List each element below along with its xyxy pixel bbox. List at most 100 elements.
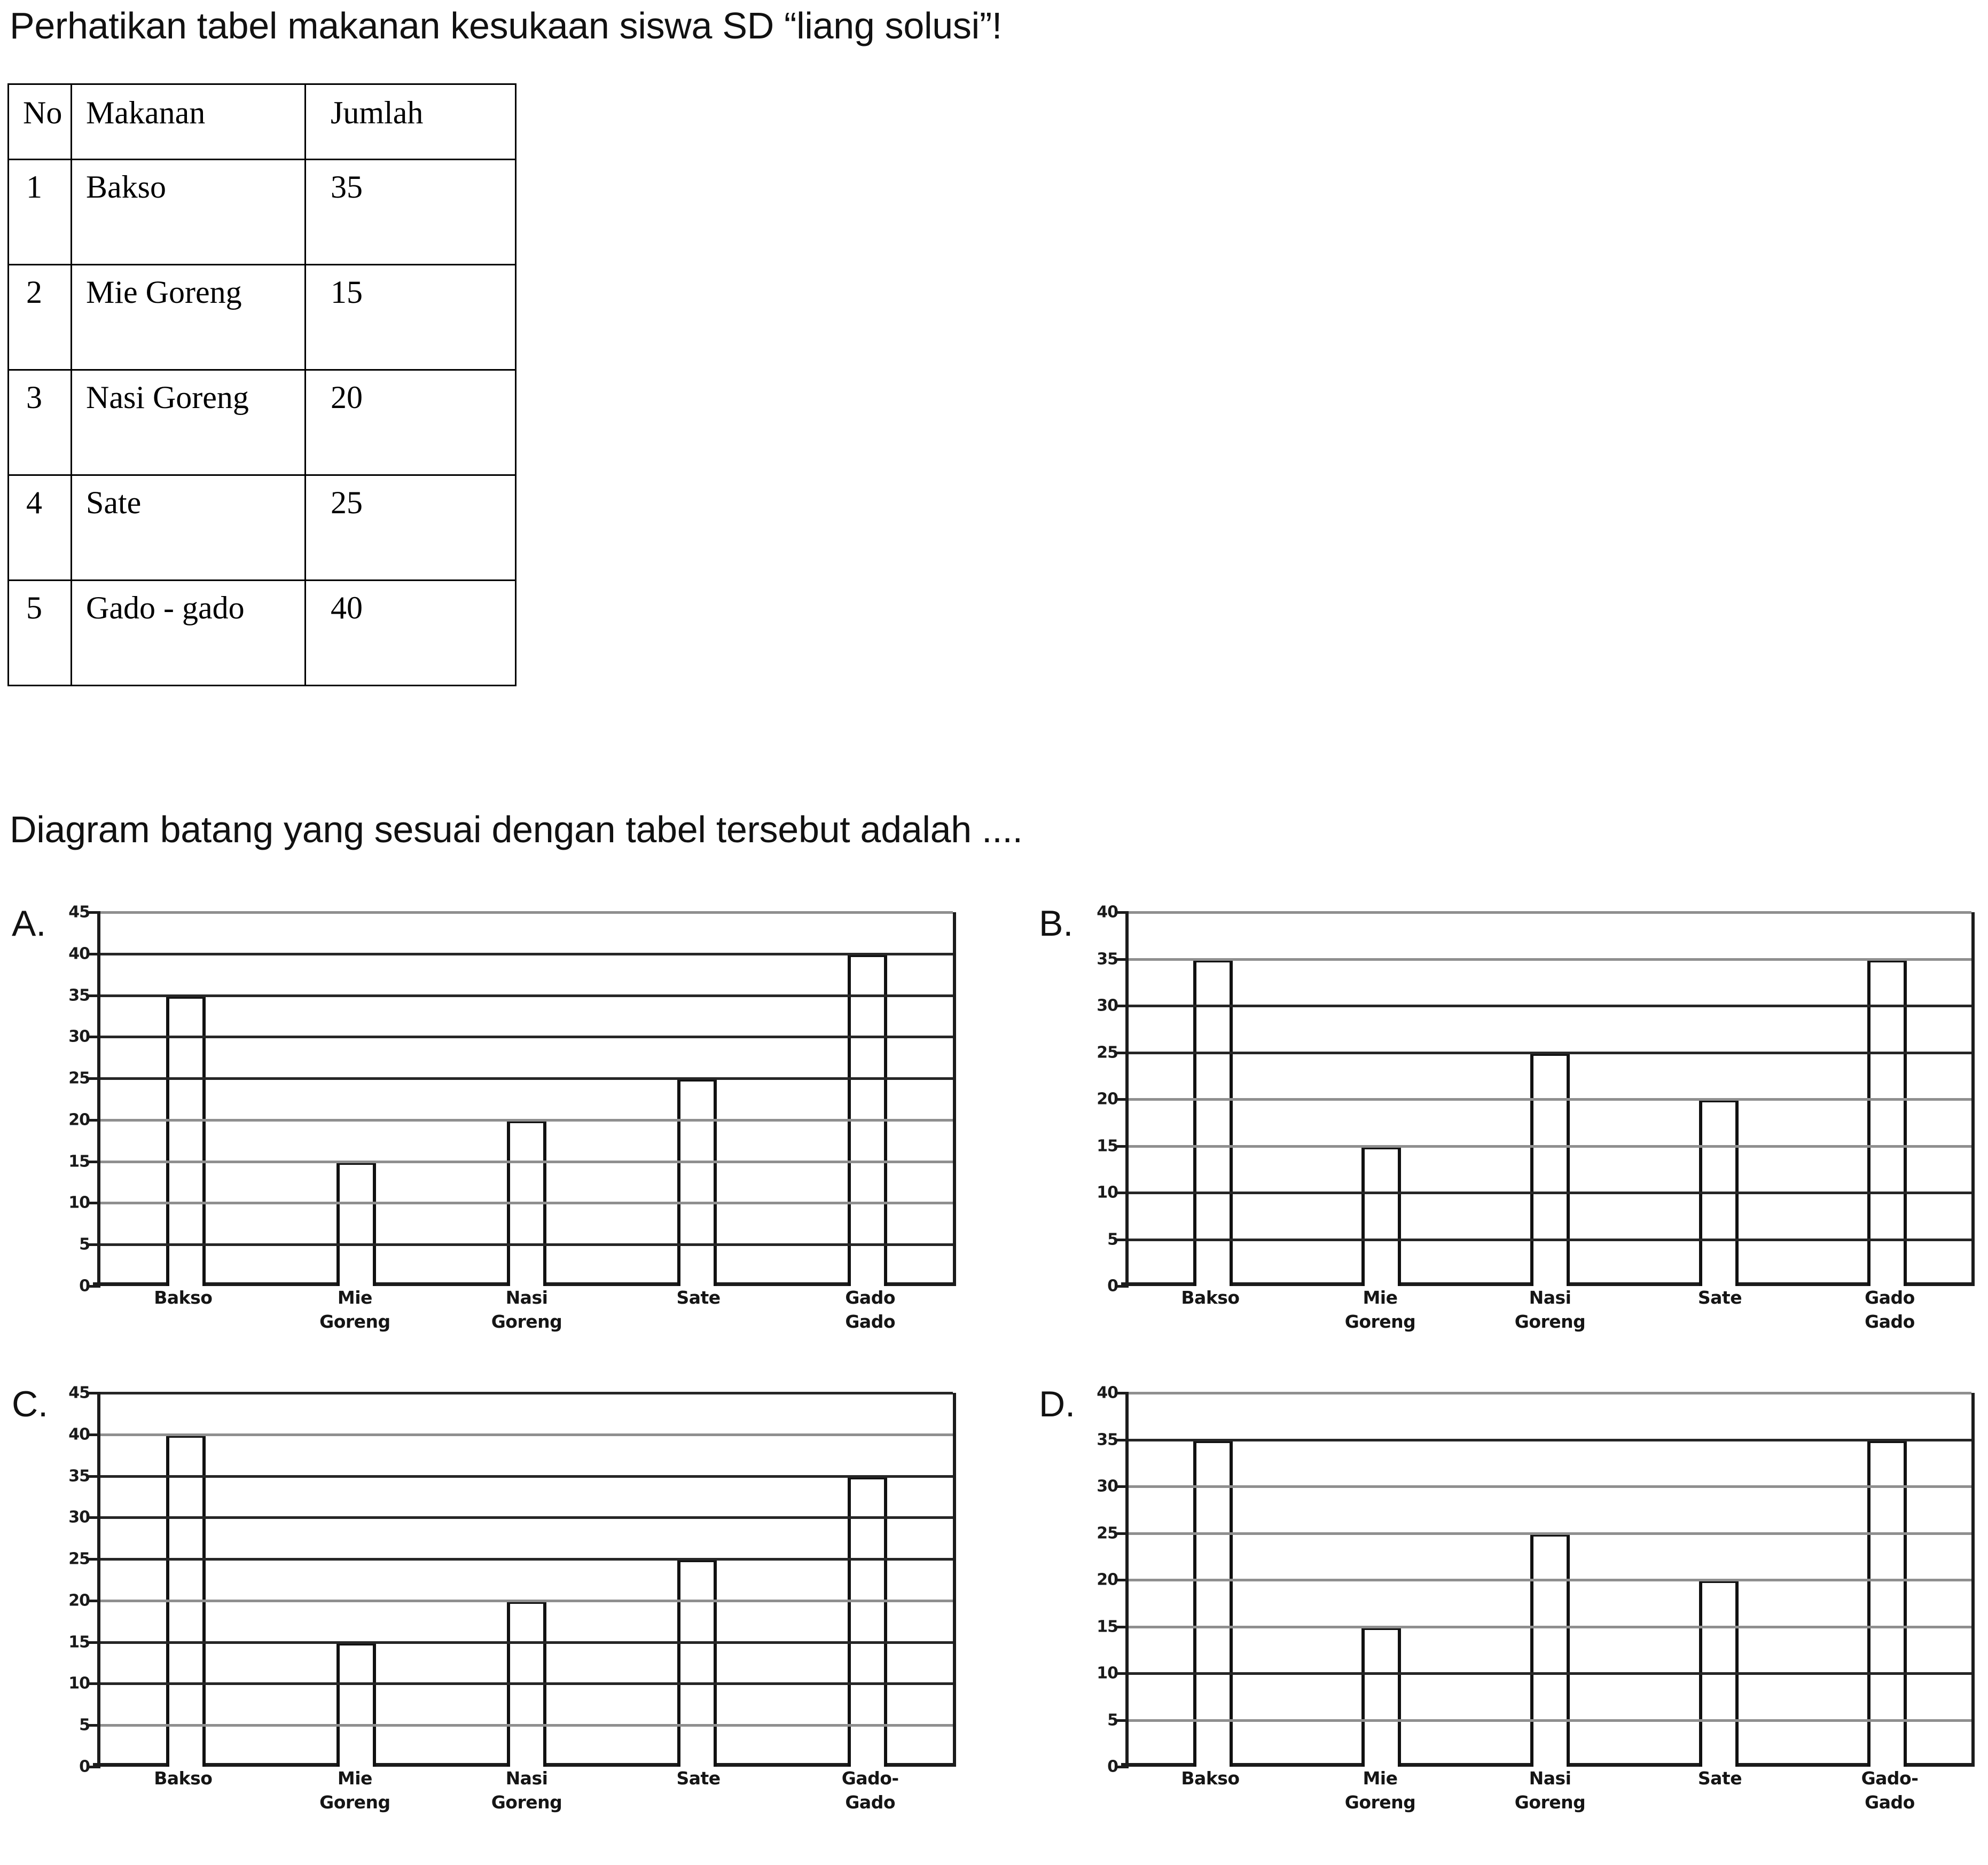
y-tick-label: 45	[68, 903, 90, 922]
x-tick-label: Sate	[676, 1287, 721, 1308]
gridline	[1121, 1005, 1971, 1007]
bar	[1193, 1439, 1233, 1767]
y-tick-label: 20	[1097, 1090, 1118, 1109]
table-header-no: No	[7, 83, 72, 160]
chart-option-a: 0 5 10 15 20 25 30 35 40 45	[38, 903, 956, 1296]
gridline	[1121, 1051, 1971, 1054]
x-tick-label: Gado Gado	[845, 1287, 895, 1332]
bar	[1530, 1533, 1570, 1767]
y-tick-mark	[89, 1475, 100, 1478]
y-tick-mark	[1117, 1719, 1129, 1722]
x-tick-label: Bakso	[1181, 1768, 1240, 1789]
gridline	[93, 1558, 953, 1561]
bar	[1361, 1146, 1402, 1286]
y-tick-mark	[1117, 1438, 1129, 1441]
y-tick-mark	[89, 1392, 100, 1394]
y-tick-label: 25	[68, 1069, 90, 1088]
chart-b-plot-area	[1117, 911, 1975, 1288]
gridline	[1121, 1098, 1971, 1101]
chart-c-y-axis-labels: 0 5 10 15 20 25 30 35 40 45	[38, 1384, 90, 1776]
gridline	[93, 1433, 953, 1436]
x-tick-label: Bakso	[1181, 1287, 1240, 1308]
gridline	[1121, 1392, 1971, 1394]
y-tick-label: 15	[1097, 1617, 1118, 1636]
x-tick-label: Nasi Goreng	[491, 1287, 562, 1332]
y-tick-label: 15	[68, 1152, 90, 1171]
y-tick-label: 10	[1097, 1664, 1118, 1683]
x-tick-label: Sate	[676, 1768, 721, 1789]
chart-a-y-axis-labels: 0 5 10 15 20 25 30 35 40 45	[38, 903, 90, 1296]
bar-slot	[271, 1393, 441, 1767]
y-tick-label: 25	[1097, 1524, 1118, 1542]
y-tick-label: 15	[68, 1633, 90, 1652]
gridline	[93, 1641, 953, 1644]
bar	[1867, 1439, 1907, 1767]
x-tick-label: Mie Goreng	[1344, 1287, 1416, 1332]
bar-slot	[441, 912, 612, 1286]
bar-slot	[100, 1393, 271, 1767]
x-tick-label: Sate	[1697, 1287, 1742, 1308]
y-tick-label: 20	[68, 1110, 90, 1130]
y-tick-mark	[1117, 911, 1129, 914]
bar-slot	[612, 1393, 782, 1767]
y-tick-label: 10	[68, 1674, 90, 1693]
y-tick-mark	[89, 911, 100, 914]
y-tick-mark	[89, 1118, 100, 1122]
cell-jumlah: 40	[304, 579, 516, 686]
gridline	[93, 1682, 953, 1686]
gridline	[93, 1724, 953, 1727]
table-header-makanan: Makanan	[71, 83, 306, 160]
chart-c-x-axis-labels: Bakso Mie Goreng Nasi Goreng Sate Gado- Gado	[97, 1767, 956, 1814]
y-tick-label: 30	[1097, 1477, 1118, 1496]
y-tick-mark	[1117, 1625, 1129, 1628]
y-tick-label: 35	[68, 986, 90, 1005]
cell-no: 5	[7, 579, 72, 686]
y-tick-label: 35	[1097, 1430, 1118, 1449]
gridline	[93, 1160, 953, 1163]
x-tick-label: Nasi Goreng	[1514, 1287, 1586, 1332]
gridline	[1121, 1625, 1971, 1628]
gridline	[93, 952, 953, 955]
x-tick-label: Nasi Goreng	[491, 1768, 562, 1813]
gridline	[93, 1036, 953, 1039]
bar	[1867, 959, 1907, 1286]
gridline	[1121, 1145, 1971, 1148]
chart-option-c: 0 5 10 15 20 25 30 35 40 45	[38, 1384, 956, 1776]
cell-makanan: Nasi Goreng	[71, 369, 306, 476]
chart-b-x-axis-labels: Bakso Mie Goreng Nasi Goreng Sate Gado Gado	[1125, 1286, 1975, 1334]
gridline	[93, 1599, 953, 1602]
chart-a-plot-area	[89, 911, 956, 1288]
x-tick-label: Gado- Gado	[841, 1768, 899, 1813]
x-tick-label: Mie Goreng	[319, 1287, 390, 1332]
bar	[166, 995, 206, 1286]
y-tick-mark	[89, 1516, 100, 1519]
bar	[677, 1078, 717, 1286]
y-tick-mark	[89, 1433, 100, 1436]
y-tick-mark	[1117, 1392, 1129, 1394]
cell-makanan: Mie Goreng	[71, 264, 306, 371]
question-text: Diagram batang yang sesuai dengan tabel …	[10, 809, 1023, 850]
y-tick-label: 40	[1097, 1383, 1118, 1402]
cell-no: 2	[7, 264, 72, 371]
table-header-jumlah: Jumlah	[304, 83, 516, 160]
y-tick-label: 25	[1097, 1043, 1118, 1062]
y-tick-label: 25	[68, 1549, 90, 1569]
x-tick-label: Gado Gado	[1865, 1287, 1915, 1332]
cell-jumlah: 35	[304, 159, 516, 265]
cell-no: 4	[7, 474, 72, 581]
gridline	[93, 911, 953, 914]
gridline	[1121, 1719, 1971, 1722]
gridline	[1121, 1238, 1971, 1241]
x-tick-label: Bakso	[154, 1287, 213, 1308]
cell-no: 3	[7, 369, 72, 476]
table-row: 1 Bakso 35	[7, 159, 516, 265]
gridline	[1121, 911, 1971, 914]
y-tick-mark	[89, 1077, 100, 1080]
y-tick-mark	[89, 1641, 100, 1644]
bar	[848, 1476, 888, 1767]
x-tick-label: Mie Goreng	[1344, 1768, 1416, 1813]
y-tick-mark	[89, 1202, 100, 1205]
chart-a-bars	[100, 912, 953, 1286]
bar	[336, 1161, 376, 1286]
cell-jumlah: 15	[304, 264, 516, 371]
